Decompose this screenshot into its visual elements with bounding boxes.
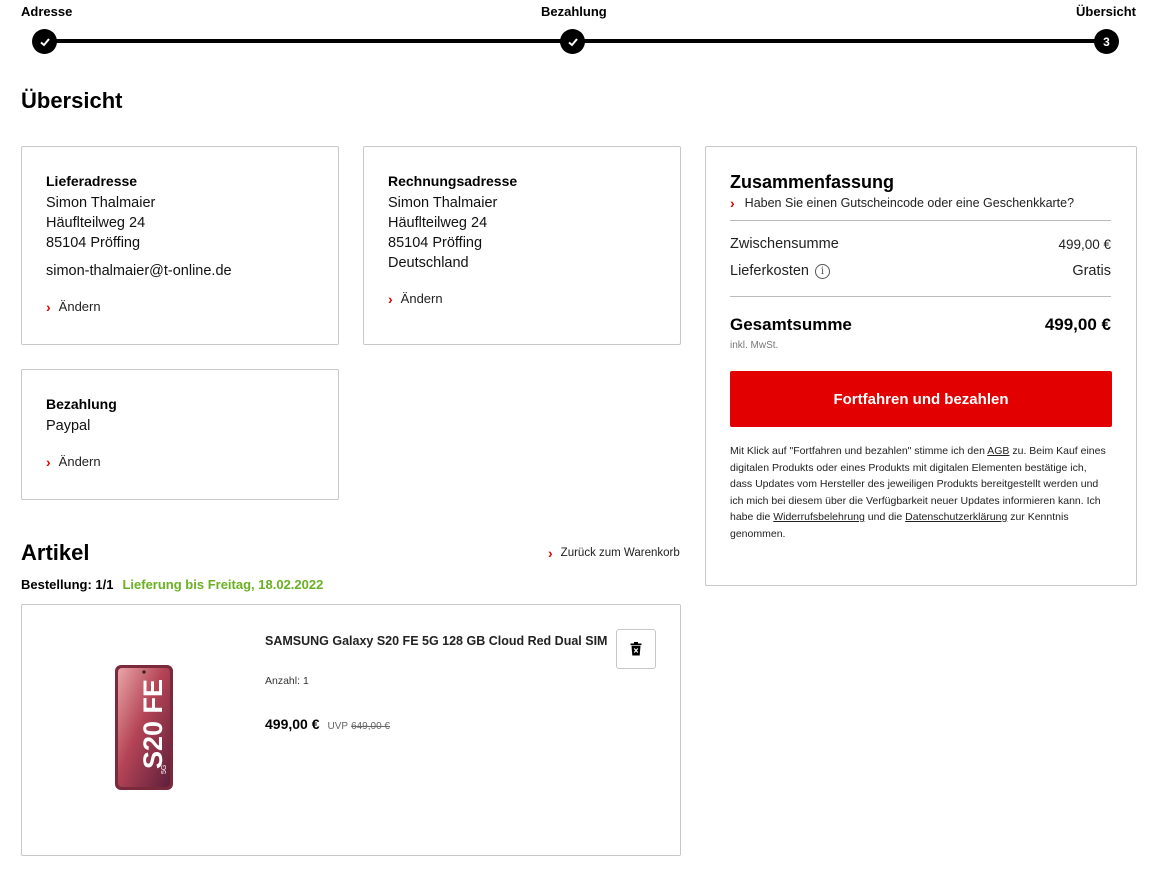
billing-name: Simon Thalmaier xyxy=(388,195,498,211)
product-price: 499,00 € xyxy=(265,716,320,732)
step-2-done[interactable] xyxy=(560,29,585,54)
articles-title: Artikel xyxy=(21,540,90,565)
legal-part-3: und die xyxy=(864,511,906,523)
payment-card: Bezahlung Paypal › Ändern xyxy=(21,369,339,500)
chevron-right-icon: › xyxy=(548,545,553,561)
delivery-city: 85104 Pröffing xyxy=(46,235,141,251)
summary-title: Zusammenfassung xyxy=(730,172,895,192)
phone-image-text: S20 FE xyxy=(138,679,168,769)
delivery-change-link[interactable]: › Ändern xyxy=(46,299,314,314)
page-title: Übersicht xyxy=(21,88,123,113)
delivery-change-label: Ändern xyxy=(58,299,101,314)
legal-text: Mit Klick auf "Fortfahren und bezahlen" … xyxy=(730,443,1111,542)
subtotal-label: Zwischensumme xyxy=(730,236,839,252)
chevron-right-icon: › xyxy=(46,453,51,470)
uvp-label: UVP xyxy=(327,721,349,732)
article-card: S20 FE 5G SAMSUNG Galaxy S20 FE 5G 128 G… xyxy=(21,604,681,856)
product-quantity: Anzahl: 1 xyxy=(265,675,309,687)
step-3-current: 3 xyxy=(1094,29,1119,54)
agb-link[interactable]: AGB xyxy=(987,445,1009,457)
billing-address-title: Rechnungsadresse xyxy=(388,173,518,189)
summary-divider xyxy=(730,296,1111,297)
chevron-right-icon: › xyxy=(46,298,51,315)
product-price-row: 499,00 € UVP 649,00 € xyxy=(265,716,390,732)
chevron-right-icon: › xyxy=(388,290,393,307)
shipping-label: Lieferkosten xyxy=(730,263,809,279)
uvp-price: 649,00 € xyxy=(351,721,390,732)
check-icon xyxy=(567,37,578,46)
datenschutz-link[interactable]: Datenschutzerklärung xyxy=(905,511,1007,523)
delivery-date: Lieferung bis Freitag, 18.02.2022 xyxy=(122,577,324,592)
total-value: 499,00 € xyxy=(1044,315,1111,334)
back-to-cart-link[interactable]: › Zurück zum Warenkorb xyxy=(548,546,680,560)
billing-change-label: Ändern xyxy=(400,291,443,306)
vat-note: inkl. MwSt. xyxy=(730,340,779,351)
billing-street: Häuflteilweg 24 xyxy=(388,215,488,231)
payment-change-label: Ändern xyxy=(58,454,101,469)
delivery-address-card: Lieferadresse Simon Thalmaier Häuflteilw… xyxy=(21,146,339,345)
order-info: Bestellung: 1/1 Lieferung bis Freitag, 1… xyxy=(21,577,323,592)
shipping-label-group: Lieferkosten i xyxy=(730,263,830,279)
product-name[interactable]: SAMSUNG Galaxy S20 FE 5G 128 GB Cloud Re… xyxy=(265,634,607,648)
delivery-email: simon-thalmaier@t-online.de xyxy=(46,263,232,279)
product-image[interactable]: S20 FE 5G xyxy=(114,664,174,791)
payment-title: Bezahlung xyxy=(46,396,117,412)
billing-address-card: Rechnungsadresse Simon Thalmaier Häuflte… xyxy=(363,146,681,345)
checkout-stepper: Adresse Bezahlung Übersicht 3 xyxy=(0,0,1169,60)
billing-city: 85104 Pröffing xyxy=(388,235,483,251)
check-icon xyxy=(39,37,50,46)
billing-change-link[interactable]: › Ändern xyxy=(388,291,656,306)
shipping-value: Gratis xyxy=(1072,263,1111,279)
summary-card: Zusammenfassung › Haben Sie einen Gutsch… xyxy=(705,146,1137,586)
info-icon[interactable]: i xyxy=(815,263,830,279)
summary-divider xyxy=(730,220,1111,221)
trash-icon xyxy=(630,642,642,656)
pay-button[interactable]: Fortfahren und bezahlen xyxy=(730,371,1112,427)
total-row: Gesamtsumme 499,00 € xyxy=(730,315,1111,335)
shipping-row: Lieferkosten i Gratis xyxy=(730,263,1111,279)
step-label-uebersicht: Übersicht xyxy=(1076,4,1136,19)
remove-item-button[interactable] xyxy=(616,629,656,669)
billing-country: Deutschland xyxy=(388,255,469,271)
phone-image: S20 FE 5G xyxy=(115,665,173,790)
order-label: Bestellung: 1/1 xyxy=(21,577,114,592)
widerruf-link[interactable]: Widerrufsbelehrung xyxy=(773,511,865,523)
step-label-bezahlung[interactable]: Bezahlung xyxy=(541,4,607,19)
subtotal-row: Zwischensumme 499,00 € xyxy=(730,236,1111,252)
payment-change-link[interactable]: › Ändern xyxy=(46,454,314,469)
legal-part-1: Mit Klick auf "Fortfahren und bezahlen" … xyxy=(730,445,988,457)
delivery-name: Simon Thalmaier xyxy=(46,195,156,211)
step-1-done[interactable] xyxy=(32,29,57,54)
phone-image-badge: 5G xyxy=(161,765,168,774)
total-label: Gesamtsumme xyxy=(730,315,852,334)
step-label-adresse[interactable]: Adresse xyxy=(21,4,72,19)
delivery-street: Häuflteilweg 24 xyxy=(46,215,146,231)
subtotal-value: 499,00 € xyxy=(1058,236,1111,252)
delivery-address-title: Lieferadresse xyxy=(46,173,138,189)
voucher-link[interactable]: › Haben Sie einen Gutscheincode oder ein… xyxy=(730,196,1111,210)
payment-method: Paypal xyxy=(46,418,91,434)
chevron-right-icon: › xyxy=(730,195,735,211)
back-to-cart-label: Zurück zum Warenkorb xyxy=(560,547,680,559)
voucher-link-label: Haben Sie einen Gutscheincode oder eine … xyxy=(744,196,1075,210)
